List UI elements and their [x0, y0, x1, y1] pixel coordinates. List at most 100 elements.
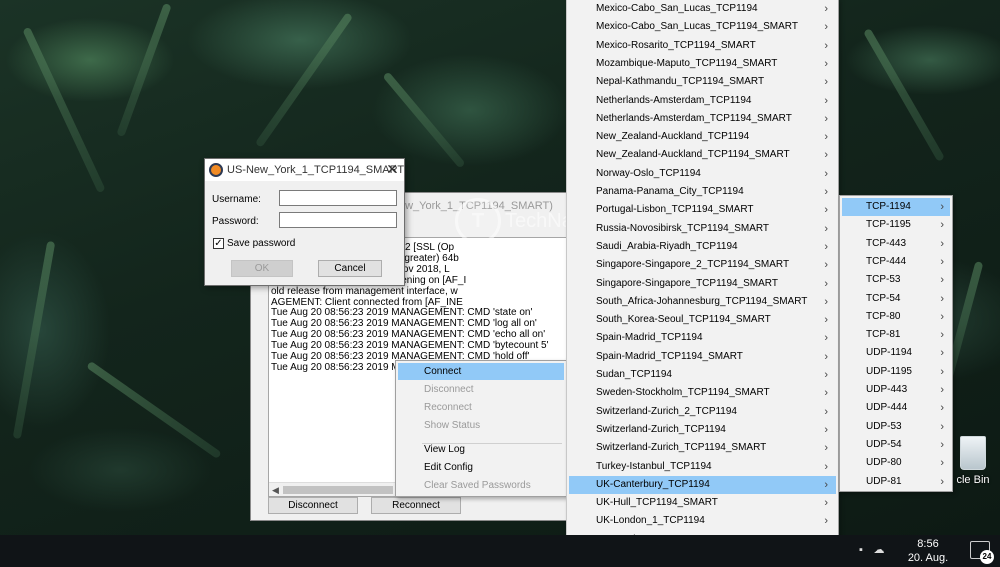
- scroll-left-icon[interactable]: ◀: [272, 485, 279, 496]
- chevron-right-icon: ›: [940, 402, 944, 415]
- server-menu-item[interactable]: Mexico-Rosarito_TCP1194_SMART ›: [569, 37, 836, 55]
- server-menu-item[interactable]: Netherlands-Amsterdam_TCP1194_SMART ›: [569, 110, 836, 128]
- cancel-button[interactable]: Cancel: [318, 260, 382, 277]
- server-menu-item-label: Sweden-Stockholm_TCP1194_SMART: [596, 387, 770, 399]
- protocol-menu-item[interactable]: TCP-443 ›: [842, 235, 950, 253]
- server-menu-item[interactable]: Sudan_TCP1194 ›: [569, 366, 836, 384]
- protocol-menu-item[interactable]: TCP-80 ›: [842, 308, 950, 326]
- protocol-menu-item-label: TCP-80: [866, 310, 901, 322]
- server-menu-item[interactable]: Portugal-Lisbon_TCP1194_SMART ›: [569, 201, 836, 219]
- server-menu-item[interactable]: Nepal-Kathmandu_TCP1194_SMART ›: [569, 73, 836, 91]
- chevron-right-icon: ›: [940, 475, 944, 488]
- server-menu-item[interactable]: UK-Hull_TCP1194_SMART ›: [569, 494, 836, 512]
- protocol-menu-item-label: TCP-444: [866, 255, 907, 267]
- server-menu-item[interactable]: Panama-Panama_City_TCP1194 ›: [569, 183, 836, 201]
- protocol-menu-item[interactable]: UDP-1195 ›: [842, 363, 950, 381]
- server-menu-item[interactable]: UK-Canterbury_TCP1194 ›: [569, 475, 836, 494]
- server-menu-item[interactable]: Saudi_Arabia-Riyadh_TCP1194 ›: [569, 238, 836, 256]
- server-menu-item[interactable]: Switzerland-Zurich_TCP1194 ›: [569, 421, 836, 439]
- chevron-right-icon: ›: [824, 295, 828, 308]
- reconnect-button[interactable]: Reconnect: [371, 497, 461, 514]
- server-menu-item[interactable]: Mexico-Cabo_San_Lucas_TCP1194_SMART ›: [569, 18, 836, 36]
- server-menu-item[interactable]: Spain-Madrid_TCP1194_SMART ›: [569, 348, 836, 366]
- chevron-right-icon: ›: [824, 405, 828, 418]
- server-menu-item-label: Netherlands-Amsterdam_TCP1194_SMART: [596, 112, 792, 124]
- menu-item-reconnect[interactable]: Reconnect: [398, 399, 564, 416]
- protocol-menu-item[interactable]: UDP-443 ›: [842, 381, 950, 399]
- chevron-right-icon: ›: [824, 314, 828, 327]
- server-menu-item[interactable]: Turkey-Istanbul_TCP1194 ›: [569, 458, 836, 476]
- menu-item-view-log[interactable]: View Log: [398, 441, 564, 458]
- menu-item-disconnect[interactable]: Disconnect: [398, 381, 564, 398]
- server-menu-item[interactable]: Mexico-Cabo_San_Lucas_TCP1194 ›: [569, 0, 836, 18]
- server-menu-item[interactable]: Switzerland-Zurich_2_TCP1194 ›: [569, 403, 836, 421]
- chevron-right-icon: ›: [824, 259, 828, 272]
- server-menu-item-label: Singapore-Singapore_2_TCP1194_SMART: [596, 259, 790, 271]
- protocol-menu-item[interactable]: TCP-444 ›: [842, 253, 950, 271]
- server-menu-item[interactable]: South_Africa-Johannesburg_TCP1194_SMART ›: [569, 293, 836, 311]
- server-menu-item[interactable]: Sweden-Stockholm_TCP1194_SMART ›: [569, 384, 836, 402]
- protocol-menu-item[interactable]: UDP-80 ›: [842, 454, 950, 472]
- save-password-checkbox[interactable]: ✓: [213, 238, 224, 249]
- close-icon[interactable]: ✕: [386, 161, 398, 178]
- protocol-menu-item[interactable]: UDP-444 ›: [842, 399, 950, 417]
- server-menu-item[interactable]: New_Zealand-Auckland_TCP1194 ›: [569, 128, 836, 146]
- scrollbar-thumb[interactable]: [283, 486, 393, 494]
- protocol-menu-item[interactable]: UDP-1194 ›: [842, 344, 950, 362]
- server-menu-item[interactable]: Singapore-Singapore_TCP1194_SMART ›: [569, 275, 836, 293]
- protocol-menu-item-label: UDP-444: [866, 402, 908, 414]
- recycle-bin-graphic: [960, 436, 986, 470]
- protocol-menu-item[interactable]: TCP-81 ›: [842, 326, 950, 344]
- protocol-menu-item-label: TCP-1194: [866, 201, 911, 212]
- protocol-menu-item-label: UDP-1195: [866, 365, 912, 377]
- chevron-right-icon: ›: [824, 350, 828, 363]
- server-menu-item[interactable]: New_Zealand-Auckland_TCP1194_SMART ›: [569, 146, 836, 164]
- server-menu-item[interactable]: South_Korea-Seoul_TCP1194_SMART ›: [569, 311, 836, 329]
- server-menu-item[interactable]: Russia-Novosibirsk_TCP1194_SMART ›: [569, 220, 836, 238]
- protocol-menu-item[interactable]: TCP-53 ›: [842, 271, 950, 289]
- server-menu-item[interactable]: Spain-Madrid_TCP1194 ›: [569, 329, 836, 347]
- server-menu-item-label: UK-London_1_TCP1194: [596, 515, 705, 527]
- protocol-menu-item[interactable]: TCP-1194 ›: [842, 198, 950, 216]
- protocol-menu-item[interactable]: TCP-54 ›: [842, 290, 950, 308]
- server-menu-item[interactable]: UK-London_1_TCP1194 ›: [569, 512, 836, 530]
- chevron-right-icon: ›: [824, 478, 828, 491]
- chevron-right-icon: ›: [940, 347, 944, 360]
- recycle-bin-icon[interactable]: cle Bin: [946, 436, 1000, 486]
- fern-leaf: [254, 12, 354, 148]
- taskbar-clock[interactable]: 8:56 20. Aug. 2019: [898, 537, 958, 567]
- menu-item-clear-saved-passwords[interactable]: Clear Saved Passwords: [398, 477, 564, 494]
- password-field[interactable]: [279, 212, 397, 228]
- menu-item-edit-config[interactable]: Edit Config: [398, 459, 564, 476]
- protocol-menu-item[interactable]: UDP-54 ›: [842, 436, 950, 454]
- protocol-menu-item[interactable]: TCP-1195 ›: [842, 216, 950, 234]
- server-menu-item-label: New_Zealand-Auckland_TCP1194_SMART: [596, 149, 790, 161]
- chevron-right-icon: ›: [824, 39, 828, 52]
- ok-button[interactable]: OK: [231, 260, 293, 277]
- chevron-right-icon: ›: [824, 515, 828, 528]
- disconnect-button[interactable]: Disconnect: [268, 497, 358, 514]
- server-menu-item[interactable]: Switzerland-Zurich_TCP1194_SMART ›: [569, 439, 836, 457]
- log-line: Tue Aug 20 08:56:23 2019 MANAGEMENT: CMD…: [271, 318, 537, 330]
- chevron-right-icon: ›: [940, 237, 944, 250]
- protocol-menu-item[interactable]: UDP-81 ›: [842, 473, 950, 491]
- password-label: Password:: [212, 216, 259, 227]
- openvpn-icon: [209, 163, 223, 177]
- notification-area-icon[interactable]: ▪: [855, 544, 867, 556]
- server-menu-item[interactable]: Netherlands-Amsterdam_TCP1194 ›: [569, 92, 836, 110]
- chevron-right-icon: ›: [824, 3, 828, 15]
- username-field[interactable]: [279, 190, 397, 206]
- recycle-bin-label: cle Bin: [956, 474, 990, 486]
- server-list-menu: ▼ Mexico-Cabo_San_Lucas_TCP1194›Mexico-C…: [566, 0, 839, 567]
- cloud-icon[interactable]: ☁: [873, 544, 885, 556]
- server-menu-item[interactable]: Mozambique-Maputo_TCP1194_SMART ›: [569, 55, 836, 73]
- protocol-menu-item[interactable]: UDP-53 ›: [842, 418, 950, 436]
- server-menu-item[interactable]: Singapore-Singapore_2_TCP1194_SMART ›: [569, 256, 836, 274]
- menu-item-show-status[interactable]: Show Status: [398, 417, 564, 434]
- protocol-menu-item-label: TCP-1195: [866, 219, 911, 231]
- server-menu-item-label: Switzerland-Zurich_TCP1194_SMART: [596, 442, 767, 454]
- chevron-right-icon: ›: [824, 167, 828, 180]
- menu-item-connect[interactable]: Connect: [398, 363, 564, 380]
- server-menu-item[interactable]: Norway-Oslo_TCP1194 ›: [569, 165, 836, 183]
- chevron-right-icon: ›: [940, 420, 944, 433]
